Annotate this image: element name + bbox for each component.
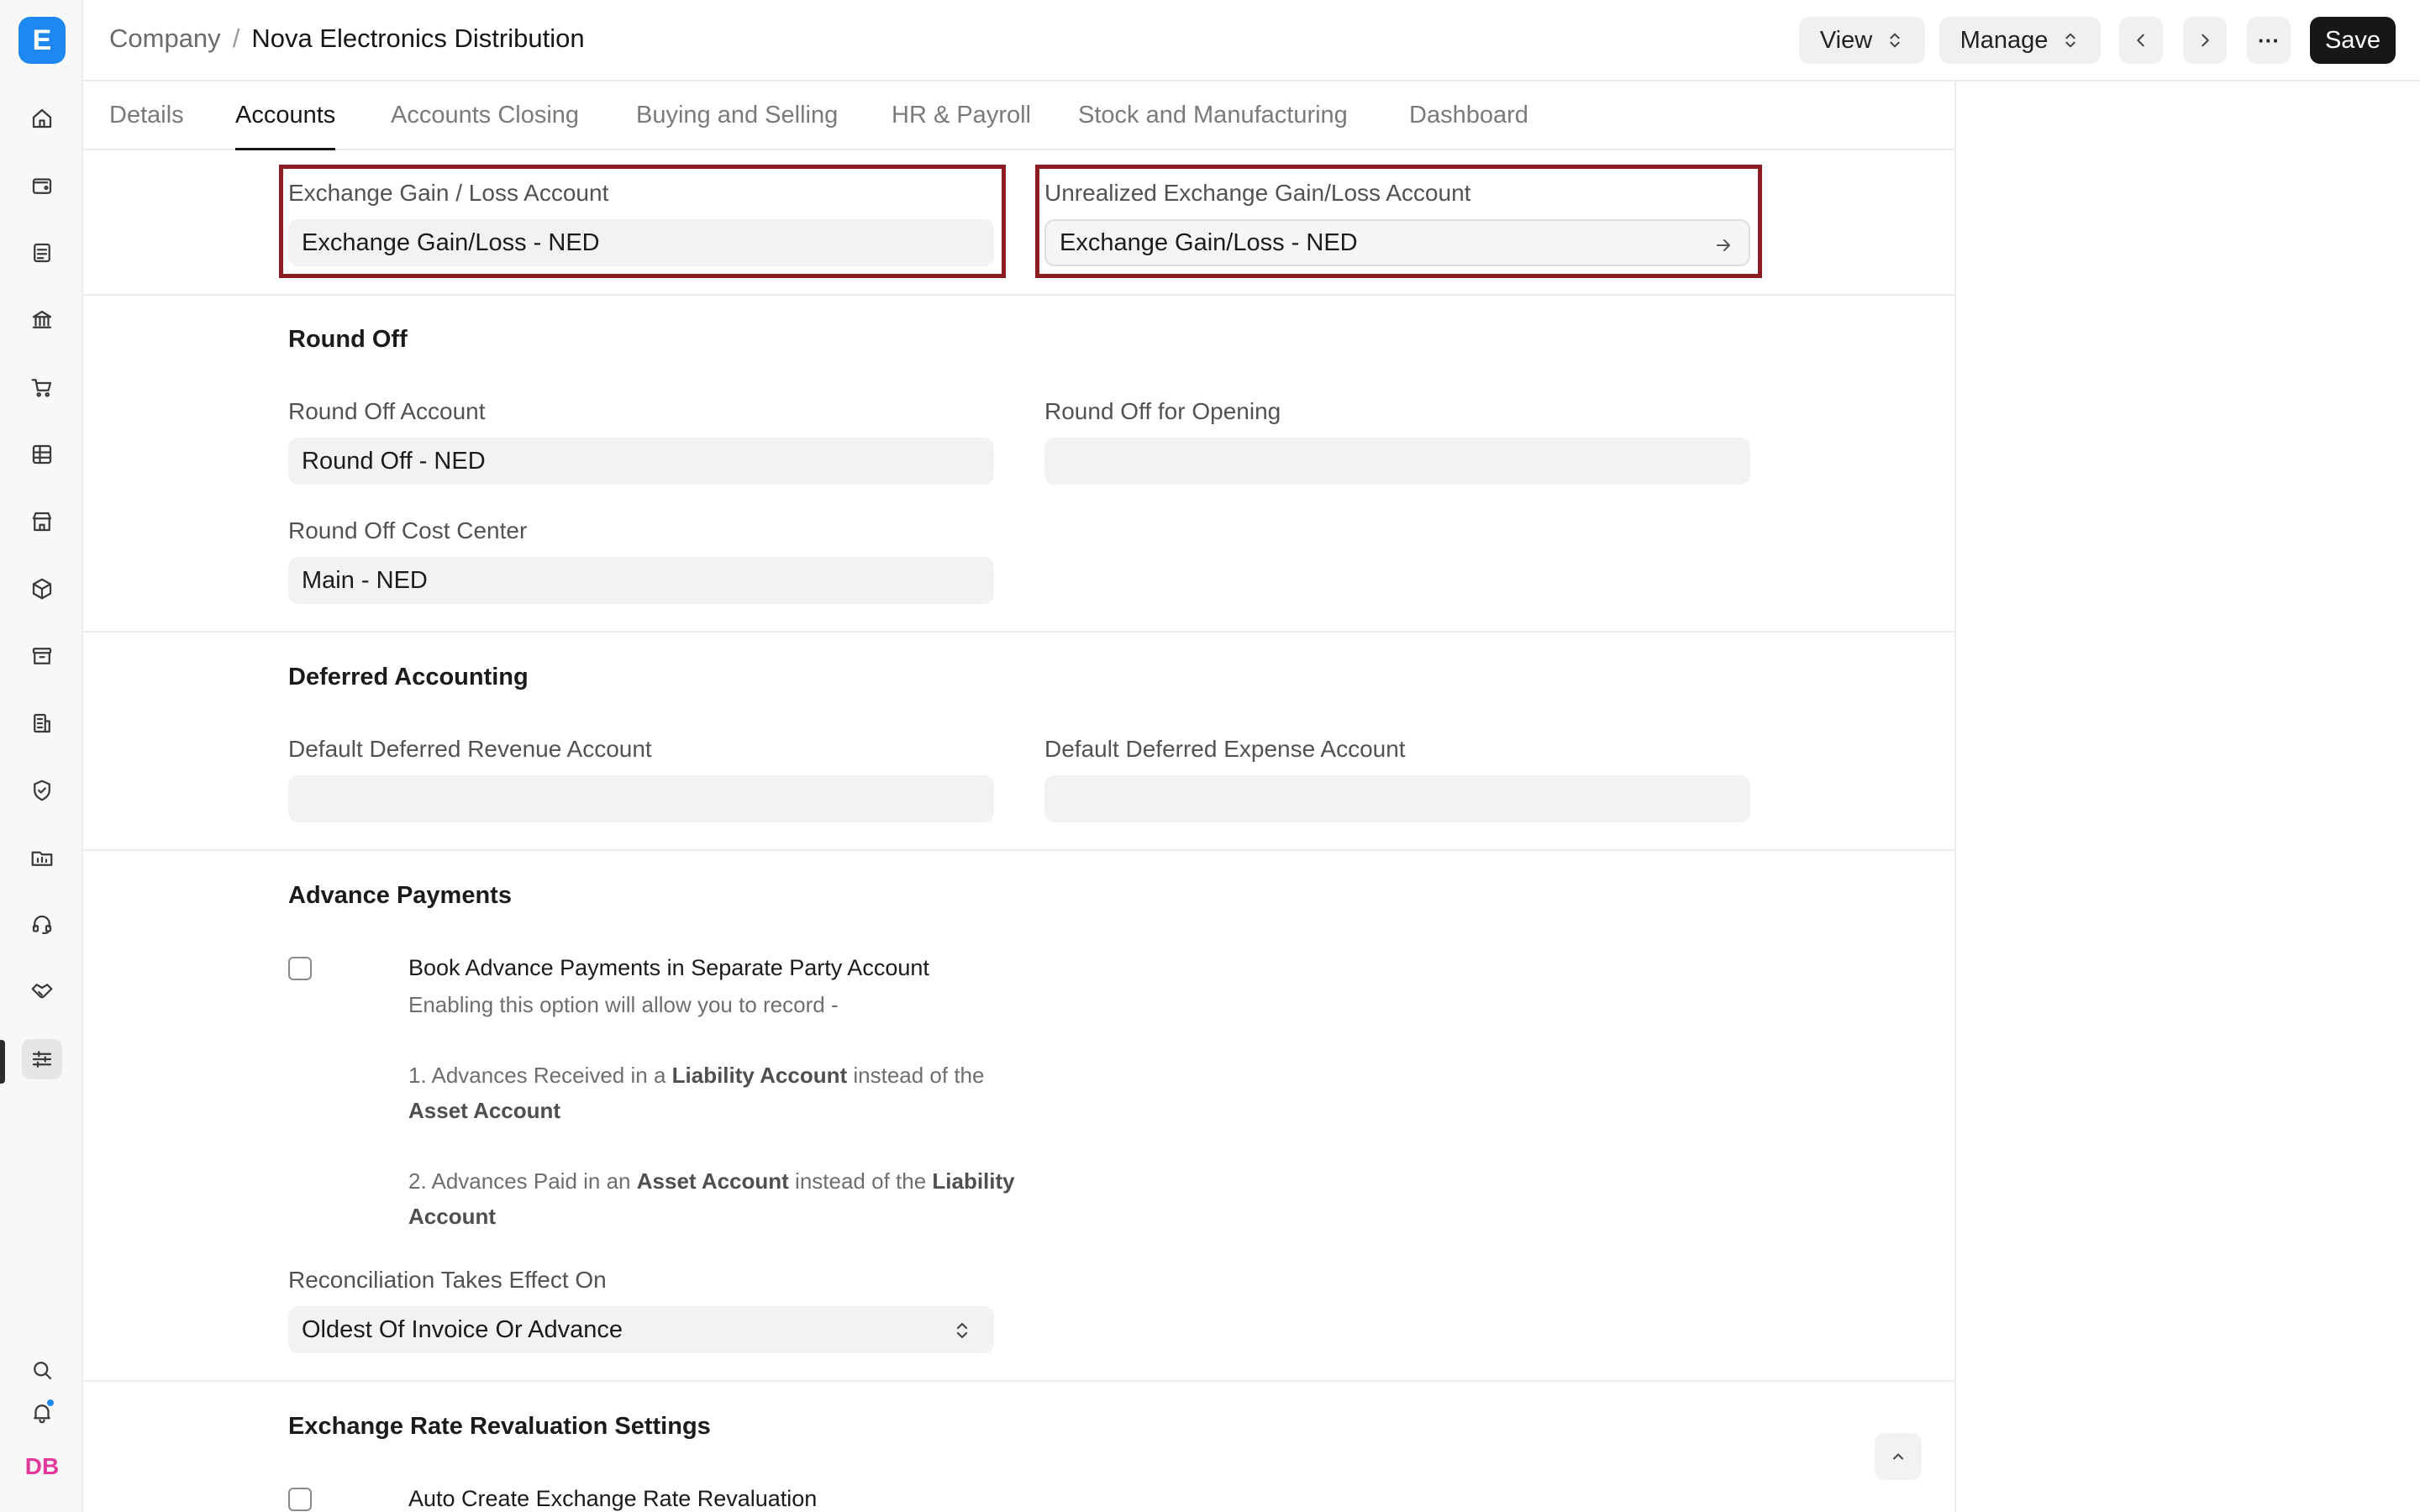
exchange-gain-loss-label: Exchange Gain / Loss Account [288,180,609,206]
folder-chart-icon[interactable] [22,837,62,878]
auto-create-revaluation-label[interactable]: Auto Create Exchange Rate Revaluation [408,1486,817,1512]
section-title-deferred-accounting: Deferred Accounting [288,664,529,690]
archive-icon[interactable] [22,636,62,676]
deferred-revenue-field[interactable] [288,775,994,822]
tab-details[interactable]: Details [109,102,184,150]
deferred-revenue-label: Default Deferred Revenue Account [288,736,652,762]
section-divider [83,849,1954,851]
section-divider [83,294,1954,296]
round-off-cost-center-field[interactable]: Main - NED [288,557,994,604]
unrealized-exchange-label: Unrealized Exchange Gain/Loss Account [1044,180,1471,206]
book-advance-separate-label[interactable]: Book Advance Payments in Separate Party … [408,955,929,981]
auto-create-revaluation-checkbox[interactable] [288,1488,312,1511]
bell-icon[interactable] [22,1393,62,1433]
handshake-icon[interactable] [22,972,62,1012]
exchange-gain-loss-value: Exchange Gain/Loss - NED [302,228,600,256]
section-title-exchange-rate-revaluation: Exchange Rate Revaluation Settings [288,1413,711,1440]
search-icon[interactable] [22,1350,62,1390]
manage-button[interactable]: Manage [1939,17,2101,64]
previous-button[interactable] [2119,17,2163,64]
round-off-account-value: Round Off - NED [302,447,486,475]
headset-icon[interactable] [22,905,62,945]
invoice-icon[interactable] [22,233,62,273]
cart-icon[interactable] [22,367,62,407]
section-title-round-off: Round Off [288,326,408,353]
round-off-account-label: Round Off Account [288,398,486,424]
view-label: View [1819,26,1873,54]
advance-desc-item-2: 2. Advances Paid in an Asset Account ins… [408,1168,1015,1229]
round-off-cost-center-value: Main - NED [302,566,428,594]
more-icon: ··· [2258,27,2280,53]
section-divider [83,631,1954,633]
updown-chevron-icon [952,1320,972,1340]
next-button[interactable] [2183,17,2227,64]
book-advance-separate-checkbox[interactable] [288,957,312,980]
wallet-icon[interactable] [22,165,62,206]
form-content: Exchange Gain / Loss Account Exchange Ga… [83,150,1954,1512]
app-logo[interactable]: E [18,17,66,64]
advance-desc-item-1: 1. Advances Received in a Liability Acco… [408,1063,985,1123]
box-icon[interactable] [22,569,62,609]
bank-icon[interactable] [22,300,62,340]
notification-dot [45,1398,55,1408]
advance-desc-intro: Enabling this option will allow you to r… [408,992,839,1017]
breadcrumb-separator: / [232,24,240,53]
tab-bar: Details Accounts Accounts Closing Buying… [83,81,1955,150]
section-divider [83,1380,1954,1382]
section-title-advance-payments: Advance Payments [288,882,512,909]
save-button[interactable]: Save [2310,17,2396,64]
arrow-right-icon[interactable] [1713,234,1733,255]
building-icon[interactable] [22,703,62,743]
unrealized-exchange-field[interactable]: Exchange Gain/Loss - NED [1044,219,1750,266]
unrealized-exchange-value: Exchange Gain/Loss - NED [1060,228,1358,256]
page-title: Nova Electronics Distribution [251,24,585,53]
tab-buying-and-selling[interactable]: Buying and Selling [636,102,838,150]
table-icon[interactable] [22,434,62,475]
home-icon[interactable] [22,98,62,139]
chevron-right-icon [2202,34,2209,47]
scroll-to-top-button[interactable] [1875,1433,1922,1480]
exchange-gain-loss-field[interactable]: Exchange Gain/Loss - NED [288,219,994,266]
tab-accounts-closing[interactable]: Accounts Closing [391,102,579,150]
tab-dashboard[interactable]: Dashboard [1409,102,1528,150]
deferred-expense-label: Default Deferred Expense Account [1044,736,1406,762]
view-button[interactable]: View [1799,17,1925,64]
more-button[interactable]: ··· [2247,17,2291,64]
side-panel-divider [1954,81,1956,1512]
avatar[interactable]: DB [22,1450,62,1483]
breadcrumb: Company / Nova Electronics Distribution [109,24,585,54]
round-off-opening-label: Round Off for Opening [1044,398,1281,424]
reconciliation-value: Oldest Of Invoice Or Advance [302,1315,623,1343]
tab-stock-and-manufacturing[interactable]: Stock and Manufacturing [1078,102,1348,150]
round-off-cost-center-label: Round Off Cost Center [288,517,528,543]
updown-chevron-icon [1890,33,1900,48]
deferred-expense-field[interactable] [1044,775,1750,822]
shield-icon[interactable] [22,770,62,811]
store-icon[interactable] [22,501,62,542]
page-header: Company / Nova Electronics Distribution … [83,0,2420,81]
settings-sliders-icon[interactable] [22,1039,62,1079]
round-off-account-field[interactable]: Round Off - NED [288,438,994,485]
reconciliation-select[interactable]: Oldest Of Invoice Or Advance [288,1306,994,1353]
updown-chevron-icon [2065,33,2075,48]
manage-label: Manage [1960,26,2049,54]
chevron-left-icon [2137,34,2144,47]
reconciliation-label: Reconciliation Takes Effect On [288,1267,607,1293]
breadcrumb-parent[interactable]: Company [109,24,221,54]
active-indicator [0,1040,5,1084]
tab-accounts[interactable]: Accounts [235,102,336,150]
sidebar: E DB [0,0,83,1512]
chevron-up-icon [1893,1453,1903,1460]
tab-hr-payroll[interactable]: HR & Payroll [892,102,1031,150]
advance-description: Enabling this option will allow you to r… [408,987,1081,1234]
round-off-opening-field[interactable] [1044,438,1750,485]
